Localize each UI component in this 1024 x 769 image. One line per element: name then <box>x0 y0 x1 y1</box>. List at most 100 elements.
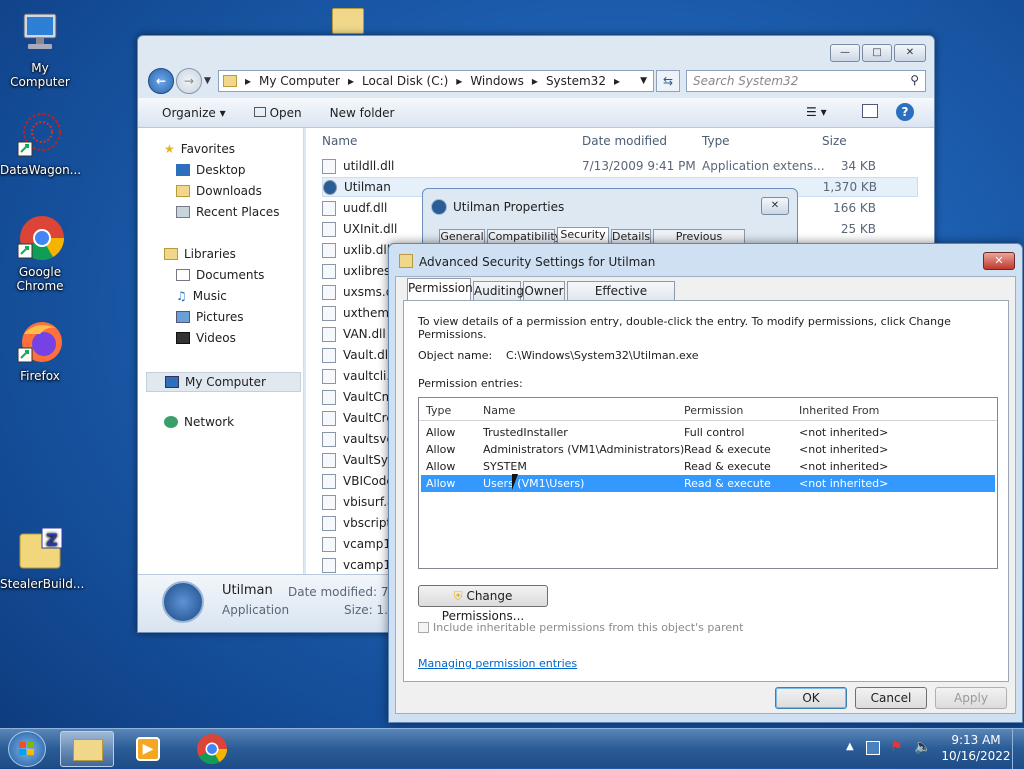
breadcrumb-sep-icon[interactable]: ▸ <box>245 74 251 88</box>
permission-entry-row[interactable]: Allow TrustedInstaller Full control <not in… <box>421 424 995 441</box>
header-permission[interactable]: Permission <box>684 404 743 417</box>
column-header-date[interactable]: Date modified <box>582 134 667 148</box>
desktop-icon-stealerbuild[interactable]: Z StealerBuild... <box>0 526 84 591</box>
nav-label: Favorites <box>180 142 235 156</box>
ok-button[interactable]: OK <box>775 687 847 709</box>
permission-entry-row[interactable]: Allow SYSTEM Read & execute <not inherited> <box>421 458 995 475</box>
taskbar-explorer-button[interactable] <box>60 731 114 767</box>
breadcrumb-sep-icon[interactable]: ▸ <box>614 74 620 88</box>
forward-button[interactable]: → <box>176 68 202 94</box>
permission-entries-list[interactable]: Type Name Permission Inherited From Allo… <box>418 397 998 569</box>
desktop-icon-firefox[interactable]: Firefox <box>0 318 80 383</box>
desktop-icon-my-computer[interactable]: My Computer <box>0 10 80 89</box>
back-button[interactable]: ← <box>148 68 174 94</box>
breadcrumb-sep-icon[interactable]: ▸ <box>348 74 354 88</box>
column-header-size[interactable]: Size <box>822 134 847 148</box>
firefox-icon <box>16 318 64 366</box>
properties-close-button[interactable]: ✕ <box>761 197 789 215</box>
breadcrumb-windows[interactable]: Windows <box>470 74 524 88</box>
start-button[interactable] <box>8 731 46 767</box>
help-icon[interactable]: ? <box>896 103 914 121</box>
column-header-type[interactable]: Type <box>702 134 730 148</box>
show-desktop-button[interactable] <box>1012 729 1024 769</box>
network-tray-icon[interactable] <box>866 741 880 755</box>
header-inherited-from[interactable]: Inherited From <box>799 404 879 417</box>
details-size: Size: 1.3 <box>344 603 390 617</box>
view-options-icon[interactable]: ☰ ▾ <box>806 105 827 119</box>
folder-icon[interactable] <box>332 8 364 34</box>
taskbar-media-player-button[interactable]: ▶ <box>126 731 174 767</box>
desktop-icon-datawagon[interactable]: DataWagon... <box>0 112 81 177</box>
nav-documents[interactable]: Documents <box>176 268 264 282</box>
nav-downloads[interactable]: Downloads <box>176 184 262 198</box>
organize-button[interactable]: Organize ▾ <box>162 106 226 120</box>
tab-auditing[interactable]: Auditing <box>473 281 524 301</box>
refresh-button[interactable]: ⇆ <box>656 70 680 92</box>
nav-libraries[interactable]: Libraries <box>164 247 236 261</box>
maximize-button[interactable]: □ <box>862 44 892 62</box>
search-icon[interactable]: ⚲ <box>910 73 919 87</box>
file-icon <box>322 557 336 573</box>
taskbar-chrome-button[interactable] <box>186 731 236 767</box>
properties-title: Utilman Properties <box>453 200 565 214</box>
tab-owner[interactable]: Owner <box>523 281 565 301</box>
adv-close-button[interactable]: ✕ <box>983 252 1015 270</box>
nav-videos[interactable]: Videos <box>176 331 236 345</box>
show-hidden-icons[interactable]: ▲ <box>846 741 854 752</box>
nav-label: Downloads <box>196 184 262 198</box>
breadcrumb-my-computer[interactable]: My Computer <box>259 74 340 88</box>
managing-permissions-link[interactable]: Managing permission entries <box>418 657 577 670</box>
action-center-icon[interactable]: ⚑ <box>890 739 903 755</box>
advanced-security-dialog[interactable]: Advanced Security Settings for Utilman ✕… <box>388 243 1023 723</box>
checkbox-box[interactable] <box>418 622 429 633</box>
include-inheritable-checkbox[interactable]: Include inheritable permissions from thi… <box>418 621 743 634</box>
nav-my-computer[interactable]: My Computer <box>146 372 301 392</box>
nav-favorites[interactable]: ★ Favorites <box>164 142 235 156</box>
file-icon <box>322 536 336 552</box>
desktop-icon-label: Firefox <box>20 369 60 383</box>
folder-small-icon <box>223 75 237 87</box>
desktop-folder-icon <box>176 164 190 176</box>
history-dropdown-icon[interactable]: ▼ <box>204 76 211 86</box>
volume-icon[interactable]: 🔈 <box>914 739 931 755</box>
tray-date[interactable]: 10/16/2022 <box>938 749 1014 763</box>
open-button[interactable]: Open <box>253 105 302 120</box>
tab-effective-permissions[interactable]: Effective Permissions <box>567 281 675 316</box>
column-header-name[interactable]: Name <box>322 134 357 148</box>
nav-pictures[interactable]: Pictures <box>176 310 244 324</box>
preview-pane-icon[interactable] <box>862 104 878 118</box>
nav-desktop[interactable]: Desktop <box>176 163 246 177</box>
permission-entry-row[interactable]: Allow Administrators (VM1\Administrators)… <box>421 441 995 458</box>
minimize-button[interactable]: — <box>830 44 860 62</box>
desktop-icon-chrome[interactable]: Google Chrome <box>0 214 80 293</box>
nav-label: Desktop <box>196 163 246 177</box>
search-input[interactable]: Search System32 ⚲ <box>686 70 926 92</box>
file-row[interactable]: utildll.dll 7/13/2009 9:41 PM Application … <box>322 156 918 176</box>
breadcrumb-local-disk[interactable]: Local Disk (C:) <box>362 74 448 88</box>
nav-recent-places[interactable]: Recent Places <box>176 205 279 219</box>
navigation-pane: ★ Favorites Desktop Downloads Recent Plac… <box>138 128 304 574</box>
mouse-cursor <box>512 474 518 490</box>
entry-permission: Read & execute <box>684 443 771 456</box>
tab-permissions[interactable]: Permissions <box>407 278 479 300</box>
entry-permission: Read & execute <box>684 460 771 473</box>
nav-network[interactable]: Network <box>164 415 234 429</box>
utilman-properties-window[interactable]: Utilman Properties ✕ General Compatibili… <box>422 188 798 256</box>
breadcrumb-system32[interactable]: System32 <box>546 74 606 88</box>
address-dropdown-icon[interactable]: ▼ <box>640 76 647 86</box>
apply-button[interactable]: Apply <box>935 687 1007 709</box>
breadcrumb-sep-icon[interactable]: ▸ <box>456 74 462 88</box>
header-type[interactable]: Type <box>426 404 451 417</box>
permission-entry-row[interactable]: Allow Users (VM1\Users) Read & execute <not… <box>421 475 995 492</box>
breadcrumb-sep-icon[interactable]: ▸ <box>532 74 538 88</box>
open-label: Open <box>269 105 302 120</box>
close-button[interactable]: ✕ <box>894 44 926 62</box>
object-name-label: Object name: <box>418 349 493 362</box>
change-permissions-button[interactable]: ⛨ Change Permissions... <box>418 585 548 623</box>
address-bar[interactable]: ▸ My Computer ▸ Local Disk (C:) ▸ Window… <box>218 70 654 92</box>
header-name[interactable]: Name <box>483 404 515 417</box>
new-folder-button[interactable]: New folder <box>330 106 395 120</box>
tray-time[interactable]: 9:13 AM <box>944 733 1008 747</box>
nav-music[interactable]: ♫ Music <box>176 289 227 303</box>
cancel-button[interactable]: Cancel <box>855 687 927 709</box>
